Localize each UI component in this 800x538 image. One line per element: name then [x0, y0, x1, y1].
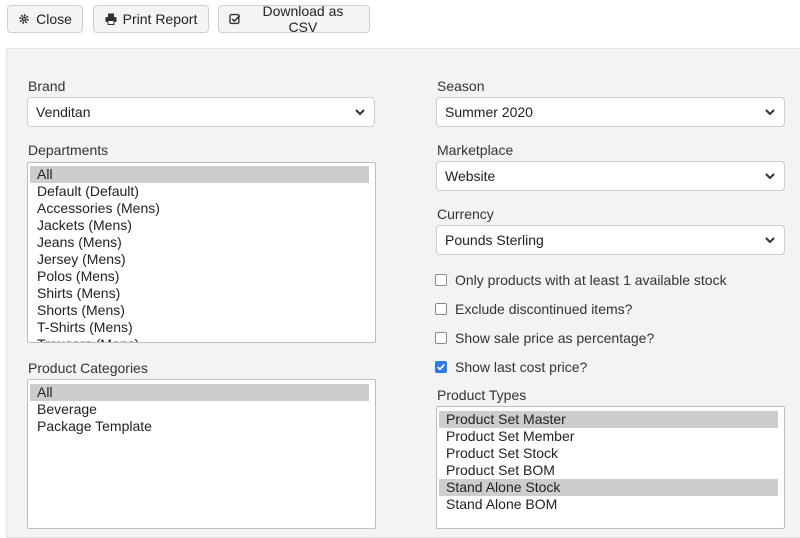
chevron-down-icon [765, 237, 775, 244]
chevron-down-icon [765, 109, 775, 116]
list-option[interactable]: Product Set Member [439, 428, 778, 445]
product-categories-label: Product Categories [28, 360, 148, 376]
available-stock-checkbox[interactable]: Only products with at least 1 available … [435, 272, 727, 288]
gear-icon [19, 14, 29, 24]
list-option[interactable]: Product Set Master [439, 411, 778, 428]
list-option[interactable]: T-Shirts (Mens) [30, 319, 369, 336]
list-option[interactable]: Polos (Mens) [30, 268, 369, 285]
season-select[interactable]: Summer 2020 [436, 97, 785, 127]
checkbox-box[interactable] [435, 274, 447, 286]
list-option[interactable]: Product Set BOM [439, 462, 778, 479]
checkmark-icon [437, 363, 445, 371]
marketplace-label: Marketplace [437, 142, 514, 158]
sale-price-percentage-checkbox[interactable]: Show sale price as percentage? [435, 330, 654, 346]
list-option[interactable]: Jersey (Mens) [30, 251, 369, 268]
last-cost-price-checkbox[interactable]: Show last cost price? [435, 359, 587, 375]
departments-listbox[interactable]: All Default (Default) Accessories (Mens) Ja… [27, 162, 376, 343]
currency-select[interactable]: Pounds Sterling [436, 225, 785, 255]
list-option[interactable]: Stand Alone Stock [439, 479, 778, 496]
marketplace-select[interactable]: Website [436, 161, 785, 191]
download-csv-label: Download as CSV [262, 3, 344, 35]
list-option[interactable]: Beverage [30, 401, 369, 418]
brand-label: Brand [28, 78, 66, 94]
download-csv-button[interactable]: Download as CSV [218, 3, 370, 35]
season-label: Season [437, 78, 485, 94]
last-cost-price-label: Show last cost price? [455, 359, 588, 375]
available-stock-label: Only products with at least 1 available … [455, 272, 727, 288]
print-report-button[interactable]: Print Report [93, 5, 209, 33]
chevron-down-icon [355, 109, 365, 116]
brand-select-value: Venditan [36, 104, 91, 120]
departments-label: Departments [28, 142, 109, 158]
list-option[interactable]: All [30, 384, 369, 401]
list-option[interactable]: Jackets (Mens) [30, 217, 369, 234]
exclude-discontinued-checkbox[interactable]: Exclude discontinued items? [435, 301, 632, 317]
sale-price-percentage-label: Show sale price as percentage? [455, 330, 655, 346]
close-button[interactable]: Close [7, 5, 83, 33]
product-categories-listbox[interactable]: All Beverage Package Template [27, 379, 376, 529]
season-select-value: Summer 2020 [445, 104, 533, 120]
check-square-icon [229, 13, 241, 25]
list-option[interactable]: Default (Default) [30, 183, 369, 200]
list-option[interactable]: Stand Alone BOM [439, 496, 778, 513]
list-option[interactable]: Shirts (Mens) [30, 285, 369, 302]
product-types-listbox[interactable]: Product Set Master Product Set Member Prod… [436, 406, 785, 529]
brand-select[interactable]: Venditan [27, 97, 375, 127]
chevron-down-icon [765, 173, 775, 180]
exclude-discontinued-label: Exclude discontinued items? [455, 301, 633, 317]
close-button-label: Close [36, 11, 72, 27]
list-option[interactable]: Product Set Stock [439, 445, 778, 462]
list-option[interactable]: All [30, 166, 369, 183]
marketplace-select-value: Website [445, 168, 496, 184]
currency-select-value: Pounds Sterling [445, 232, 544, 248]
product-types-label: Product Types [437, 387, 527, 403]
printer-icon [105, 13, 117, 25]
list-option[interactable]: Shorts (Mens) [30, 302, 369, 319]
print-report-label: Print Report [122, 11, 198, 27]
checkbox-box-checked[interactable] [435, 361, 447, 373]
toolbar: Close Print Report Download as CSV [0, 0, 800, 48]
currency-label: Currency [437, 206, 494, 222]
list-option[interactable]: Trousers (Mens) [30, 336, 369, 342]
list-option[interactable]: Jeans (Mens) [30, 234, 369, 251]
list-option[interactable]: Package Template [30, 418, 369, 435]
checkbox-box[interactable] [435, 332, 447, 344]
checkbox-box[interactable] [435, 303, 447, 315]
list-option[interactable]: Accessories (Mens) [30, 200, 369, 217]
